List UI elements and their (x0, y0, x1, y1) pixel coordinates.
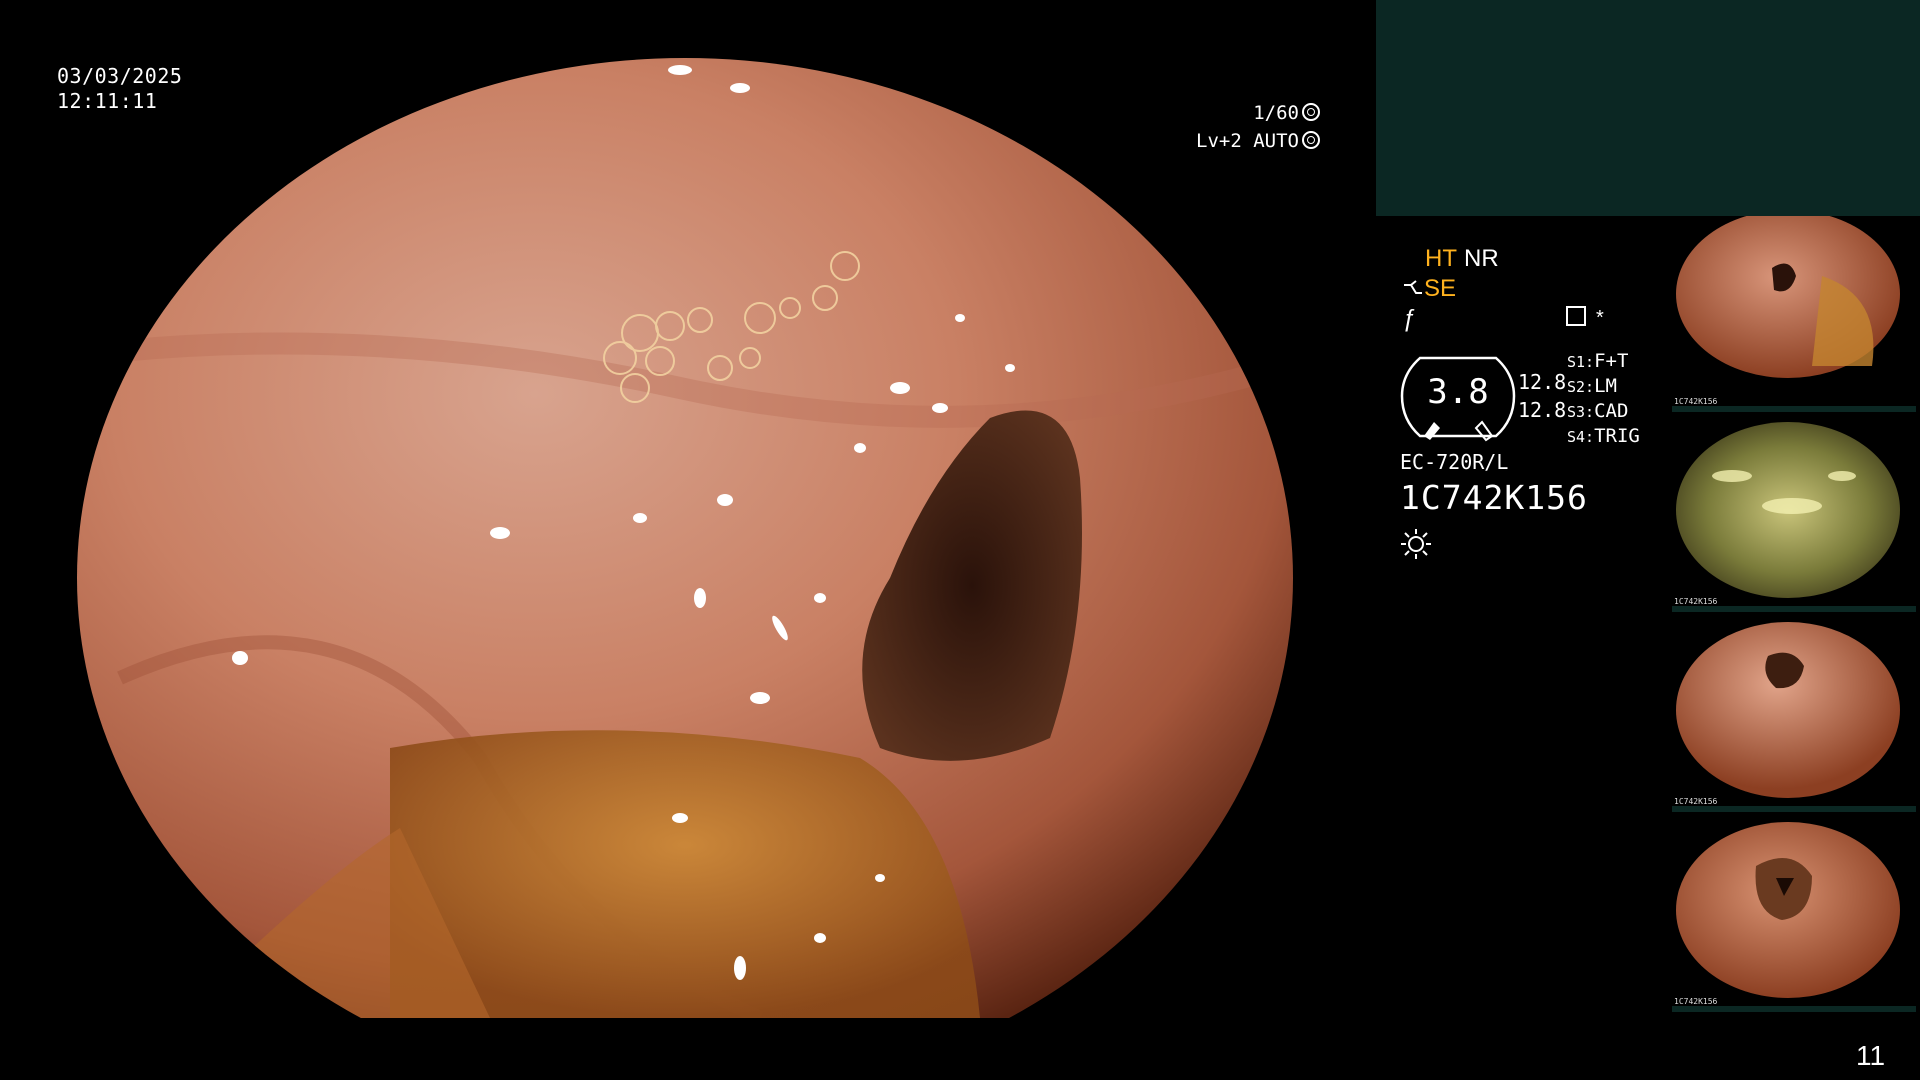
aux-row: * (1566, 306, 1604, 330)
thumbnail[interactable]: 1C742K156 (1672, 216, 1916, 412)
thumbnail[interactable]: 1C742K156 (1672, 616, 1916, 812)
gauge-side-top: 12.8 (1518, 370, 1567, 394)
gauge-value: 3.8 (1427, 372, 1489, 412)
top-right-panel (1376, 0, 1920, 216)
mode-nr: NR (1464, 245, 1499, 272)
setting-key: S2: (1567, 378, 1595, 396)
mode-se: SE (1424, 275, 1457, 302)
light-icon (1401, 529, 1431, 559)
gauge-side-bottom: 12.8 (1518, 398, 1567, 422)
setting-key: S1: (1567, 353, 1595, 371)
shutter-icon (1302, 103, 1320, 121)
thumbnail-caption: 1C742K156 (1674, 797, 1718, 806)
setting-s3: S3:CAD (1567, 400, 1628, 422)
thumbnail-strip (1672, 1006, 1916, 1012)
thumbnail-image (1676, 622, 1900, 798)
setting-s4: S4:TRIG (1567, 425, 1640, 447)
record-icon (1566, 306, 1586, 326)
endoscopic-image (77, 58, 1293, 1018)
page-number: 11 (1856, 1040, 1886, 1071)
level-row: Lv+2 AUTO (1196, 127, 1320, 155)
endoscopic-view (60, 58, 1310, 1018)
thumbnail-image (1676, 216, 1900, 378)
brightness-level: Lv+2 (1196, 130, 1242, 152)
exposure-info: 1/60 Lv+2 AUTO (1196, 99, 1320, 155)
setting-value: LM (1594, 375, 1617, 397)
shutter-row: 1/60 (1196, 99, 1320, 127)
setting-s2: S2:LM (1567, 375, 1617, 397)
f-symbol: ƒ (1402, 305, 1416, 332)
thumbnail-strip (1672, 606, 1916, 612)
mode-se-row: SE (1402, 275, 1456, 303)
star-symbol: * (1596, 307, 1604, 329)
time-text: 12:11:11 (57, 89, 158, 113)
thumbnail-strip (1672, 806, 1916, 812)
thumbnail-strip (1672, 406, 1916, 412)
setting-value: TRIG (1594, 425, 1640, 447)
thumbnail-caption: 1C742K156 (1674, 397, 1718, 406)
scope-serial: 1C742K156 (1400, 478, 1588, 517)
setting-s1: S1:F+T (1567, 350, 1628, 372)
thumbnail-image (1676, 822, 1900, 998)
thumbnail-image (1676, 422, 1900, 598)
thumbnail[interactable]: 1C742K156 (1672, 416, 1916, 612)
setting-value: F+T (1594, 350, 1629, 372)
exposure-mode: AUTO (1253, 130, 1299, 152)
shutter-speed: 1/60 (1253, 102, 1299, 124)
thumbnail[interactable]: 1C742K156 (1672, 816, 1916, 1012)
timestamp: 03/03/2025 12:11:11 (57, 64, 182, 114)
auto-iris-icon (1302, 131, 1320, 149)
mode-ht: HT (1425, 245, 1457, 272)
date-text: 03/03/2025 (57, 64, 183, 88)
thumbnail-caption: 1C742K156 (1674, 597, 1718, 606)
setting-value: CAD (1594, 400, 1629, 422)
setting-key: S4: (1567, 428, 1595, 446)
thumbnail-caption: 1C742K156 (1674, 997, 1718, 1006)
scope-model: EC-720R/L (1400, 450, 1509, 474)
scope-shape-icon (1404, 280, 1422, 294)
setting-key: S3: (1567, 403, 1595, 421)
